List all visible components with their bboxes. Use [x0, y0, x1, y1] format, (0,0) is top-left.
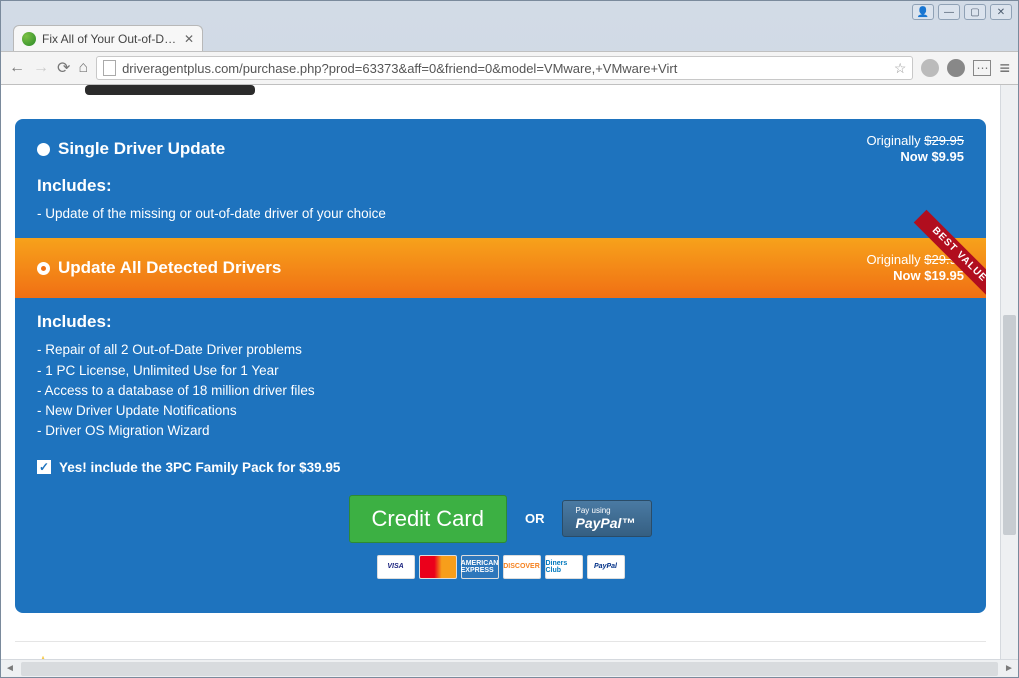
browser-window: 👤 — ▢ ✕ Fix All of Your Out-of-Da… ✕ ← →…: [0, 0, 1019, 678]
list-item: Update of the missing or out-of-date dri…: [37, 204, 964, 224]
family-pack-row[interactable]: ✓ Yes! include the 3PC Family Pack for $…: [37, 460, 964, 475]
list-item: New Driver Update Notifications: [37, 401, 964, 421]
discover-icon: DISCOVER: [503, 555, 541, 579]
list-item: Repair of all 2 Out-of-Date Driver probl…: [37, 340, 964, 360]
payment-row: Credit Card OR Pay using PayPal™: [37, 495, 964, 543]
extension-icon-3[interactable]: ⋯: [973, 60, 991, 76]
includes-heading-1: Includes:: [37, 176, 964, 196]
page-icon: [103, 60, 116, 76]
address-bar[interactable]: driveragentplus.com/purchase.php?prod=63…: [96, 56, 913, 80]
decorative-bar: [85, 85, 255, 95]
page-viewport: Single Driver Update Originally $29.95 N…: [1, 85, 1018, 677]
includes-list-2: Repair of all 2 Out-of-Date Driver probl…: [37, 340, 964, 441]
list-item: Access to a database of 18 million drive…: [37, 381, 964, 401]
radio-all[interactable]: [37, 262, 50, 275]
close-window-button[interactable]: ✕: [990, 4, 1012, 20]
reload-button[interactable]: ⟳: [57, 58, 70, 78]
close-tab-icon[interactable]: ✕: [184, 32, 194, 46]
option-single[interactable]: Single Driver Update Originally $29.95 N…: [15, 119, 986, 238]
diners-icon: Diners Club: [545, 555, 583, 579]
tab-bar: Fix All of Your Out-of-Da… ✕: [1, 23, 1018, 51]
visa-icon: VISA: [377, 555, 415, 579]
forward-button[interactable]: →: [33, 59, 49, 77]
user-icon[interactable]: 👤: [912, 4, 934, 20]
page-content: Single Driver Update Originally $29.95 N…: [1, 85, 1000, 659]
scroll-right-icon[interactable]: ►: [1000, 663, 1018, 674]
vertical-scrollbar[interactable]: [1000, 85, 1018, 659]
url-text: driveragentplus.com/purchase.php?prod=63…: [122, 61, 890, 76]
window-titlebar: 👤 — ▢ ✕: [1, 1, 1018, 23]
browser-toolbar: ← → ⟳ ⌂ driveragentplus.com/purchase.php…: [1, 51, 1018, 85]
option-single-title: Single Driver Update: [58, 139, 225, 159]
list-item: Driver OS Migration Wizard: [37, 421, 964, 441]
scroll-track[interactable]: [21, 662, 998, 676]
bookmark-star-icon[interactable]: ☆: [894, 60, 907, 77]
includes-list-1: Update of the missing or out-of-date dri…: [37, 204, 964, 224]
minimize-button[interactable]: —: [938, 4, 960, 20]
extension-icon-2[interactable]: [947, 59, 965, 77]
payment-cards: VISA AMERICAN EXPRESS DISCOVER Diners Cl…: [37, 555, 964, 599]
or-label: OR: [525, 511, 545, 526]
purchase-card: Single Driver Update Originally $29.95 N…: [15, 119, 986, 613]
price-single: Originally $29.95 Now $9.95: [866, 133, 964, 166]
mastercard-icon: [419, 555, 457, 579]
tab-title: Fix All of Your Out-of-Da…: [42, 32, 178, 46]
horizontal-scrollbar[interactable]: ◄ ►: [1, 659, 1018, 677]
paypal-card-icon: PayPal: [587, 555, 625, 579]
amex-icon: AMERICAN EXPRESS: [461, 555, 499, 579]
page-footer: ISFACTIO We have a 60 day Money Back Gua…: [15, 641, 986, 660]
family-pack-checkbox[interactable]: ✓: [37, 460, 51, 474]
option-all-details: Includes: Repair of all 2 Out-of-Date Dr…: [15, 298, 986, 612]
paypal-button[interactable]: Pay using PayPal™: [562, 500, 652, 537]
radio-single[interactable]: [37, 143, 50, 156]
back-button[interactable]: ←: [9, 59, 25, 77]
favicon-icon: [22, 32, 36, 46]
scroll-left-icon[interactable]: ◄: [1, 663, 19, 674]
option-all-title: Update All Detected Drivers: [58, 258, 281, 278]
home-button[interactable]: ⌂: [78, 59, 88, 77]
extension-icon-1[interactable]: [921, 59, 939, 77]
menu-icon[interactable]: ≡: [999, 58, 1010, 79]
option-all[interactable]: BEST VALUE Update All Detected Drivers O…: [15, 238, 986, 299]
credit-card-button[interactable]: Credit Card: [349, 495, 507, 543]
family-pack-label: Yes! include the 3PC Family Pack for $39…: [59, 460, 340, 475]
list-item: 1 PC License, Unlimited Use for 1 Year: [37, 361, 964, 381]
scroll-thumb[interactable]: [1003, 315, 1016, 535]
includes-heading-2: Includes:: [37, 312, 964, 332]
browser-tab[interactable]: Fix All of Your Out-of-Da… ✕: [13, 25, 203, 51]
maximize-button[interactable]: ▢: [964, 4, 986, 20]
